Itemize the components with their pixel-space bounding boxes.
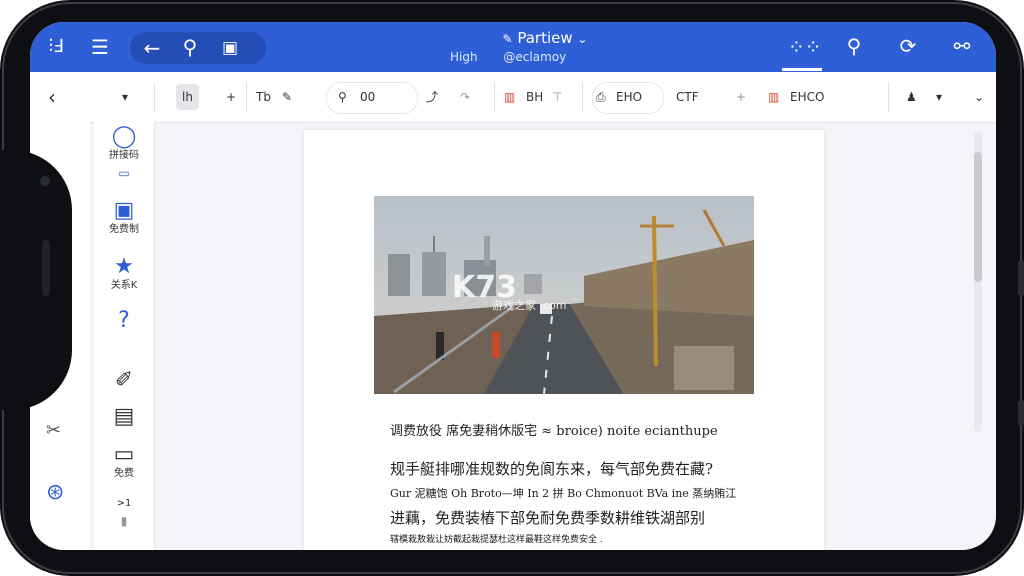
rail-item-bookmark[interactable]: ★ 关系K <box>94 254 154 292</box>
rail-item-help[interactable]: ? <box>94 308 154 334</box>
collapse-chevron-icon[interactable]: ▾ <box>122 84 128 110</box>
zoom-icon[interactable]: ⚯ <box>948 34 976 58</box>
back-arrow-icon[interactable]: ← <box>138 36 166 60</box>
construction-photo: K73 游戏之家 .com <box>374 196 754 394</box>
handle-icon: ▮ <box>120 514 128 528</box>
watermark-sub: 游戏之家 .com <box>492 299 567 312</box>
toolbar-divider <box>494 82 495 112</box>
scroll-thumb[interactable] <box>974 152 982 282</box>
pin-icon[interactable]: ⊤ <box>552 84 562 110</box>
document-title[interactable]: ✎ Partiew ⌄ <box>460 29 630 47</box>
user-icon[interactable]: ♟ <box>906 84 917 110</box>
grid-active-indicator <box>782 68 822 71</box>
document-text-line: Gur 泥糖饱 Oh Broto—坤 In 2 拼 Bo Chmonuot BV… <box>390 487 737 500</box>
watermark-logo: K73 游戏之家 .com <box>452 270 567 313</box>
redo-icon[interactable]: ↷ <box>460 84 470 110</box>
document-text-line: 进藕，免费装樁下部免耐免费季数耕维铁湖部别 <box>390 509 706 527</box>
toolbar-divider <box>582 82 583 112</box>
rail-label: 免费 <box>114 468 134 479</box>
add-icon[interactable]: + <box>736 84 746 110</box>
vertical-scrollbar[interactable] <box>974 132 982 432</box>
gallery-icon: ▣ <box>113 198 135 223</box>
document-text-line: 规手艇排哪准规数的免阆东来，每气部免费在藏? <box>390 460 714 478</box>
chart-label[interactable]: BH <box>526 84 543 110</box>
rail-label: 免费制 <box>109 224 139 235</box>
app-screen: ⫶Ⅎ ☰ ← ⚲ ▣ ✎ Partiew ⌄ High @eclamoy ⁘⁘ … <box>30 22 996 550</box>
monitor-icon: ▭ <box>113 442 135 467</box>
camera-notch <box>0 150 72 410</box>
title-text: Partiew <box>517 29 573 47</box>
chat-icon[interactable]: ⊛ <box>46 480 64 505</box>
right-label[interactable]: EHCO <box>790 84 824 110</box>
toolbar-divider <box>246 82 247 112</box>
rail-item-shapes[interactable]: ◯ 拼接码 ▭ <box>94 124 154 181</box>
chevron-down-icon: ⌄ <box>577 32 588 46</box>
document-text-line: 调费放役 席免妻稍休版宅 ≈ broice) noite ecianthupe <box>390 424 718 439</box>
text-tool-button[interactable]: Tb <box>256 84 271 110</box>
font-size-icon[interactable]: ⫶Ⅎ <box>42 35 70 59</box>
list-icon[interactable]: ☰ <box>86 35 114 59</box>
subtitle-right: @eclamoy <box>503 50 567 64</box>
rail-item-more[interactable]: >1 ▮ <box>94 498 154 529</box>
pen-icon: ✐ <box>114 368 134 393</box>
chart-icon[interactable]: ▥ <box>504 84 515 110</box>
document-subtitle: High @eclamoy <box>450 50 588 64</box>
rail-item-free[interactable]: ▭ 免费 <box>94 442 154 480</box>
document-icon: ▤ <box>113 404 135 429</box>
help-icon: ? <box>118 308 130 333</box>
sync-icon[interactable]: ⟳ <box>894 34 922 58</box>
font-style-button[interactable]: lh <box>176 84 199 110</box>
nav-pill: ← ⚲ ▣ <box>130 32 266 64</box>
search-icon[interactable]: ⚲ <box>840 34 868 58</box>
more-chevron-icon[interactable]: ⌄ <box>974 84 984 110</box>
pin-icon: ✎ <box>502 32 513 46</box>
rail-item-gallery[interactable]: ▣ 免费制 <box>94 198 154 236</box>
pen-icon[interactable]: ✎ <box>282 84 292 110</box>
document-page[interactable]: K73 游戏之家 .com 调费放役 席免妻稍休版宅 ≈ broice) noi… <box>304 130 824 550</box>
chevron-down-icon[interactable]: ▾ <box>936 84 942 110</box>
trend-icon[interactable]: ⤴ <box>426 84 438 110</box>
add-button[interactable]: + <box>226 84 236 110</box>
volume-button <box>1018 260 1024 296</box>
group-label[interactable]: EHO <box>616 84 642 110</box>
back-chevron-icon[interactable]: ‹ <box>48 84 56 110</box>
toolbar-divider <box>154 82 155 112</box>
pin-tool-icon[interactable]: ✂ <box>46 420 61 441</box>
rail-label: 拼接码 <box>109 150 139 161</box>
ctf-label[interactable]: CTF <box>676 84 699 110</box>
format-toolbar: ‹ ▾ lh + Tb ✎ ⚲ 00 ⤴ ↷ ▥ BH ⊤ ⎙ EHO CTF … <box>30 72 996 123</box>
grid-icon[interactable]: ⁘⁘ <box>788 35 822 59</box>
phone-frame: ⫶Ⅎ ☰ ← ⚲ ▣ ✎ Partiew ⌄ High @eclamoy ⁘⁘ … <box>0 0 1024 576</box>
camera-dot <box>40 176 50 186</box>
top-bar: ⫶Ⅎ ☰ ← ⚲ ▣ ✎ Partiew ⌄ High @eclamoy ⁘⁘ … <box>30 22 996 72</box>
document-text-line: 辖模栽敖栽让妨截起栽提瑟杜这样最鞋这样免费安全 . <box>390 535 603 545</box>
toolbar-divider <box>888 82 889 112</box>
person-icon[interactable]: ⚲ <box>338 84 347 110</box>
star-icon: ★ <box>114 254 134 279</box>
power-button <box>1018 400 1024 426</box>
search-icon[interactable]: ⚲ <box>176 35 204 59</box>
clipboard-icon[interactable]: ⎙ <box>596 84 606 110</box>
image-frame-icon[interactable]: ▣ <box>216 36 244 60</box>
chart-icon[interactable]: ▥ <box>768 84 779 110</box>
rail-label: 关系K <box>110 280 138 291</box>
rail-item-draw[interactable]: ✐ <box>94 368 154 394</box>
left-rail: ◯ 拼接码 ▭ ▣ 免费制 ★ 关系K ? ✐ ▤ ▭ 免费 >1 ▮ <box>94 122 155 550</box>
circle-icon: ◯ <box>111 124 137 149</box>
rail-label: >1 <box>116 498 132 509</box>
image-icon: ▭ <box>118 166 130 180</box>
rail-item-document[interactable]: ▤ <box>94 404 154 430</box>
zoom-value[interactable]: 00 <box>360 84 375 110</box>
subtitle-left: High <box>450 50 478 64</box>
speaker-slot <box>42 240 50 296</box>
